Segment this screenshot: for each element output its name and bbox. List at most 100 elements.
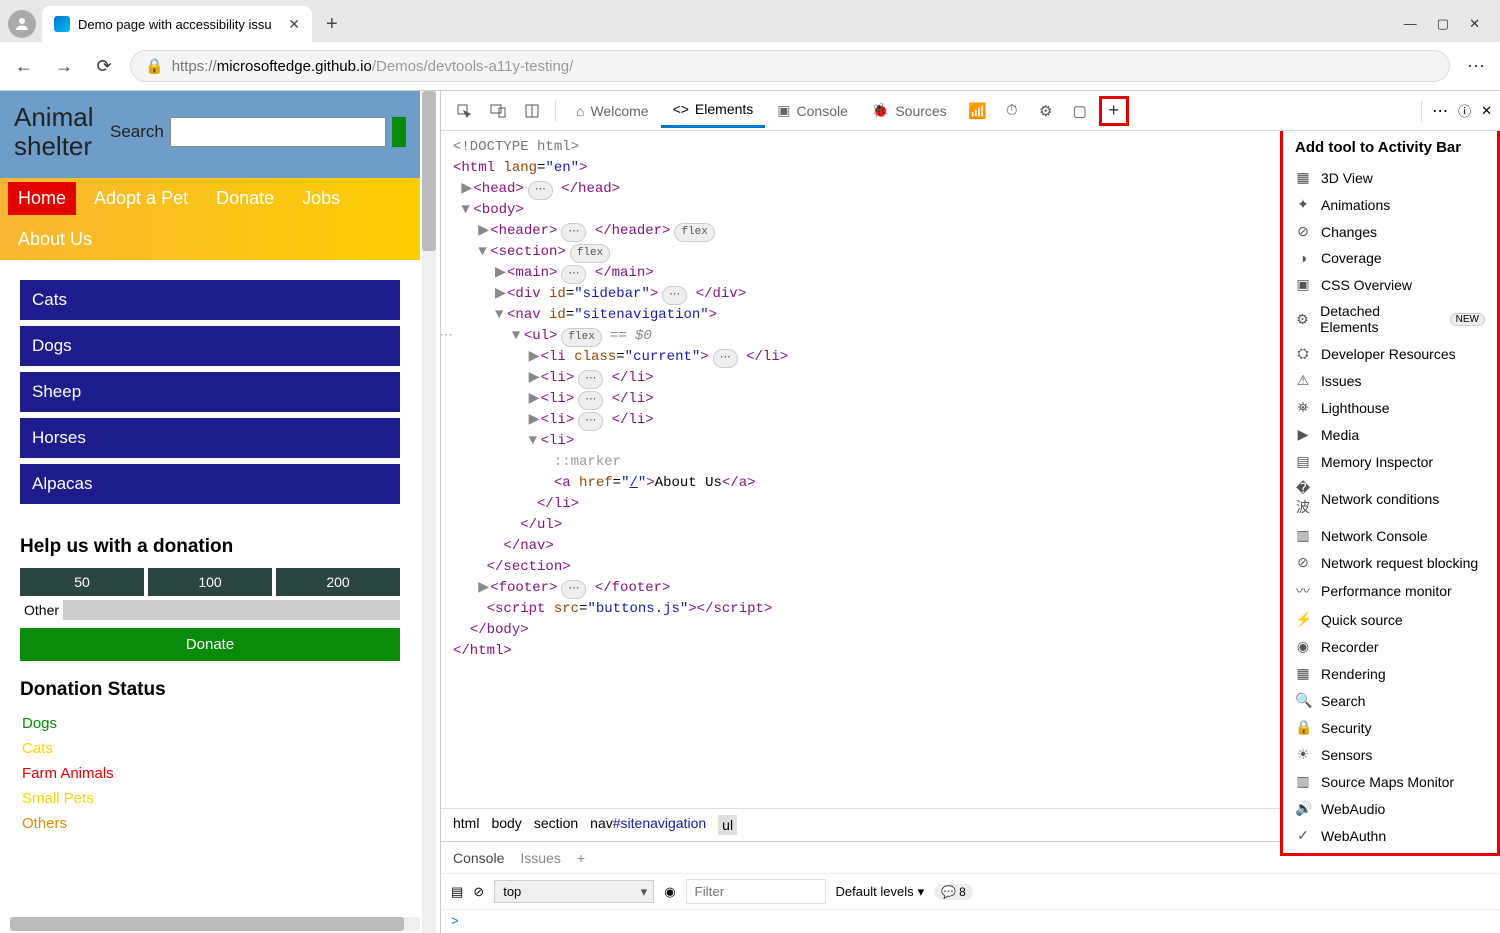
nav-home[interactable]: Home xyxy=(8,182,76,215)
horizontal-scrollbar[interactable] xyxy=(10,917,420,931)
sidebar-item-horses[interactable]: Horses xyxy=(20,418,400,458)
forward-button[interactable]: → xyxy=(50,52,78,80)
tab-title: Demo page with accessibility issu xyxy=(78,17,280,32)
console-sidebar-toggle-icon[interactable]: ▤ xyxy=(451,884,463,900)
clclear-console-icon[interactable]: ⊘ xyxy=(473,884,484,900)
help-icon[interactable]: ⓘ xyxy=(1458,101,1471,120)
search-input[interactable] xyxy=(170,117,386,147)
breadcrumb-body[interactable]: body xyxy=(491,815,521,835)
vertical-scrollbar[interactable] xyxy=(422,91,436,933)
sidebar-item-sheep[interactable]: Sheep xyxy=(20,372,400,412)
inspect-element-icon[interactable] xyxy=(449,96,479,126)
webaudio-icon: 🔊 xyxy=(1295,800,1311,817)
breadcrumb-section[interactable]: section xyxy=(534,815,578,835)
dom-tree[interactable]: <!DOCTYPE html> <html lang="en"> ▶<head>… xyxy=(441,131,1418,808)
log-levels[interactable]: Default levels ▾ xyxy=(836,884,925,900)
sidebar-item-cats[interactable]: Cats xyxy=(20,280,400,320)
coverage-icon: ◑ xyxy=(1295,250,1311,266)
performance-monitor-icon: 〰 xyxy=(1295,581,1311,601)
tool-security[interactable]: 🔒Security xyxy=(1283,714,1497,741)
breadcrumb-nav-sitenavigation[interactable]: nav#sitenavigation xyxy=(590,815,706,835)
context-select[interactable]: top xyxy=(494,880,654,903)
nav-about-us[interactable]: About Us xyxy=(8,223,102,256)
maximize-icon[interactable]: ▢ xyxy=(1437,16,1449,32)
close-tab-icon[interactable]: ✕ xyxy=(288,16,300,33)
profile-icon[interactable] xyxy=(8,10,36,38)
category-list: Cats Dogs Sheep Horses Alpacas xyxy=(0,260,420,530)
close-window-icon[interactable]: ✕ xyxy=(1469,16,1480,32)
back-button[interactable]: ← xyxy=(10,52,38,80)
dock-side-icon[interactable] xyxy=(517,96,547,126)
url-input[interactable]: 🔒 https://microsoftedge.github.io/Demos/… xyxy=(130,50,1450,82)
tool-search[interactable]: 🔍Search xyxy=(1283,687,1497,714)
devtools-toolbar: ⌂Welcome<>Elements▣Console🐞Sources 📶 ⏱ ⚙… xyxy=(441,91,1500,131)
console-prompt[interactable]: > xyxy=(441,910,1500,933)
recorder-icon: ◉ xyxy=(1295,638,1311,655)
tool-detached-elements[interactable]: ⚙Detached ElementsNEW xyxy=(1283,298,1497,340)
other-amount-input[interactable] xyxy=(63,600,400,620)
sidebar-item-alpacas[interactable]: Alpacas xyxy=(20,464,400,504)
tool-css-overview[interactable]: ▣CSS Overview xyxy=(1283,271,1497,298)
tool-network-request-blocking[interactable]: ⊘Network request blocking xyxy=(1283,549,1497,576)
device-toolbar-icon[interactable] xyxy=(483,96,513,126)
tool-changes[interactable]: ⊘Changes xyxy=(1283,218,1497,245)
tool-recorder[interactable]: ◉Recorder xyxy=(1283,633,1497,660)
page-header: Animal shelter Search xyxy=(0,91,420,178)
nav-donate[interactable]: Donate xyxy=(206,182,284,215)
network-request-blocking-icon: ⊘ xyxy=(1295,554,1311,571)
tool-developer-resources[interactable]: ⛭Developer Resources xyxy=(1283,340,1497,367)
sidebar-item-dogs[interactable]: Dogs xyxy=(20,326,400,366)
tool-issues[interactable]: ⚠Issues xyxy=(1283,367,1497,394)
amount-100[interactable]: 100 xyxy=(148,568,272,596)
tool-performance-monitor[interactable]: 〰Performance monitor xyxy=(1283,576,1497,606)
menu-button[interactable]: ⋯ xyxy=(1462,52,1490,80)
app-icon[interactable]: ▢ xyxy=(1065,96,1095,126)
reload-button[interactable]: ⟳ xyxy=(90,52,118,80)
security-icon: 🔒 xyxy=(1295,719,1311,736)
devtools-tab-elements[interactable]: <>Elements xyxy=(661,93,766,128)
minimize-icon[interactable]: — xyxy=(1404,16,1417,32)
add-tool-title: Add tool to Activity Bar xyxy=(1283,131,1497,164)
performance-icon[interactable]: ⏱ xyxy=(997,96,1027,126)
breadcrumb-html[interactable]: html xyxy=(453,815,479,835)
console-filter[interactable] xyxy=(686,879,826,904)
search-button[interactable] xyxy=(392,117,406,147)
amount-200[interactable]: 200 xyxy=(276,568,400,596)
tool-animations[interactable]: ✦Animations xyxy=(1283,191,1497,218)
add-drawer-tab-icon[interactable]: + xyxy=(577,850,585,866)
tool-rendering[interactable]: ▦Rendering xyxy=(1283,660,1497,687)
tool-network-console[interactable]: ▥Network Console xyxy=(1283,522,1497,549)
tool-source-maps-monitor[interactable]: ▥Source Maps Monitor xyxy=(1283,768,1497,795)
donate-button[interactable]: Donate xyxy=(20,628,400,661)
tool-media[interactable]: ▶Media xyxy=(1283,421,1497,448)
browser-tab[interactable]: Demo page with accessibility issu ✕ xyxy=(42,6,312,42)
more-icon[interactable]: ⋯ xyxy=(1432,101,1448,121)
tool-sensors[interactable]: ☀Sensors xyxy=(1283,741,1497,768)
breadcrumb-ul[interactable]: ul xyxy=(718,815,737,835)
nav-jobs[interactable]: Jobs xyxy=(292,182,350,215)
tool-quick-source[interactable]: ⚡Quick source xyxy=(1283,606,1497,633)
tool-network-conditions[interactable]: �波Network conditions xyxy=(1283,475,1497,522)
amount-50[interactable]: 50 xyxy=(20,568,144,596)
media-icon: ▶ xyxy=(1295,426,1311,443)
eye-icon[interactable]: ◉ xyxy=(664,884,675,900)
settings-icon[interactable]: ⚙ xyxy=(1031,96,1061,126)
network-condition-icon[interactable]: 📶 xyxy=(963,96,993,126)
devtools-tab-sources[interactable]: 🐞Sources xyxy=(860,93,959,128)
close-devtools-icon[interactable]: ✕ xyxy=(1481,103,1492,119)
new-tab-button[interactable]: + xyxy=(318,9,346,40)
devtools-tab-welcome[interactable]: ⌂Welcome xyxy=(564,93,661,128)
issues-badge[interactable]: 💬8 xyxy=(934,884,973,900)
tool-3d-view[interactable]: ▦3D View xyxy=(1283,164,1497,191)
tool-coverage[interactable]: ◑Coverage xyxy=(1283,245,1497,271)
tool-lighthouse[interactable]: ⛯Lighthouse xyxy=(1283,394,1497,421)
add-tool-button[interactable]: + xyxy=(1099,96,1129,126)
drawer-tab-issues[interactable]: Issues xyxy=(520,850,560,866)
devtools-tab-console[interactable]: ▣Console xyxy=(765,93,860,128)
tool-webauthn[interactable]: ✓WebAuthn xyxy=(1283,822,1497,849)
tool-memory-inspector[interactable]: ▤Memory Inspector xyxy=(1283,448,1497,475)
drawer-tab-console[interactable]: Console xyxy=(453,850,504,866)
nav-adopt-a-pet[interactable]: Adopt a Pet xyxy=(84,182,198,215)
tool-webaudio[interactable]: 🔊WebAudio xyxy=(1283,795,1497,822)
detached-elements-icon: ⚙ xyxy=(1295,311,1310,328)
